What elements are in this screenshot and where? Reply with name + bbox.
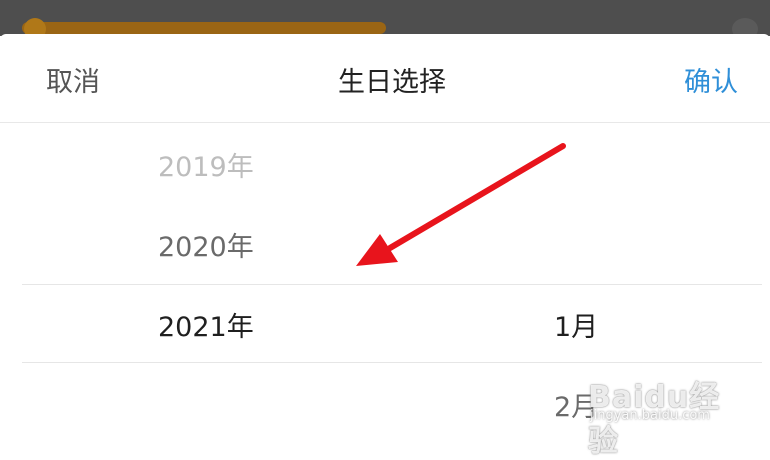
birthday-picker-sheet: 取消 生日选择 确认 2019年 2020年 2021年 1月 2月 (0, 34, 770, 446)
date-picker[interactable]: 2019年 2020年 2021年 1月 2月 (0, 123, 770, 446)
sheet-title: 生日选择 (338, 67, 446, 98)
sheet-header: 取消 生日选择 确认 (0, 34, 770, 122)
year-wheel[interactable]: 2019年 2020年 2021年 (158, 123, 358, 446)
month-option[interactable]: 2月 (554, 385, 598, 424)
month-wheel[interactable]: 1月 2月 (554, 123, 674, 446)
year-option[interactable]: 2020年 (158, 225, 254, 264)
month-option-selected[interactable]: 1月 (554, 305, 598, 344)
background-progress-bar (22, 22, 386, 34)
dimmed-background[interactable] (0, 0, 770, 40)
year-option-selected[interactable]: 2021年 (158, 305, 254, 344)
confirm-button[interactable]: 确认 (684, 60, 738, 99)
year-option[interactable]: 2019年 (158, 145, 254, 184)
